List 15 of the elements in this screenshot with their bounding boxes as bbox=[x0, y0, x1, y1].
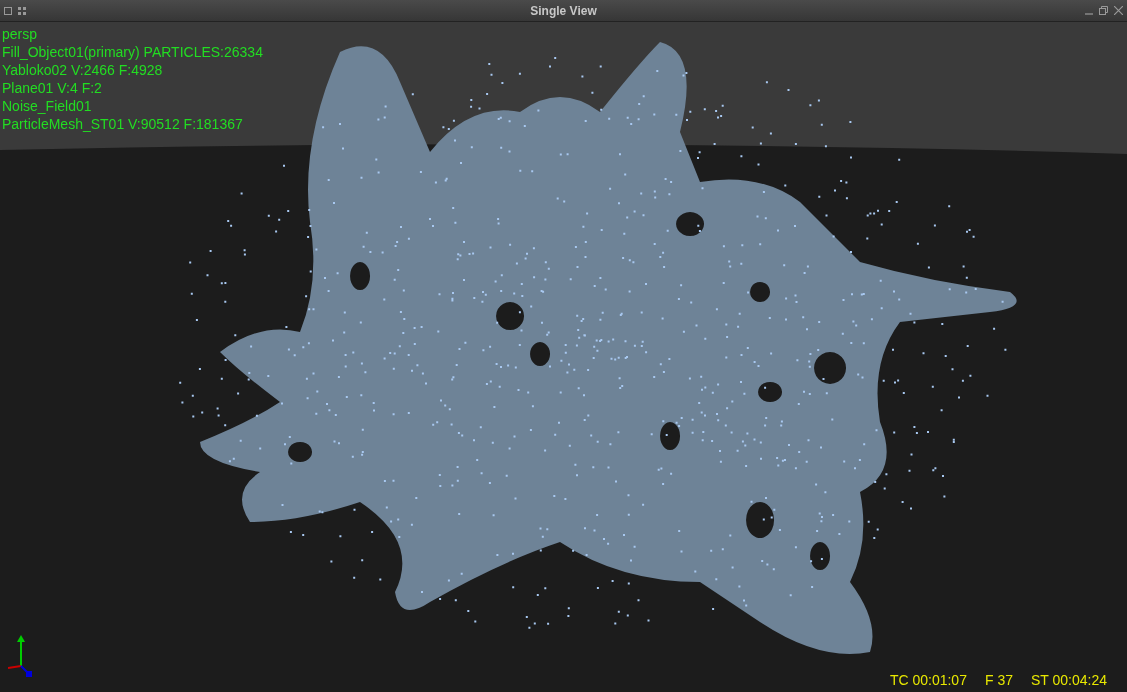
window-title: Single View bbox=[529, 3, 598, 18]
frame-readout: F 37 bbox=[984, 672, 1013, 688]
scene-info-line: Noise_Field01 bbox=[2, 97, 93, 115]
camera-label: persp bbox=[2, 25, 39, 43]
scene-info-line: Plane01 V:4 F:2 bbox=[2, 79, 103, 97]
scene-info-line: Fill_Object01(primary) PARTICLES:26334 bbox=[2, 43, 263, 61]
grid-icon[interactable] bbox=[18, 6, 26, 15]
scene-info-line: ParticleMesh_ST01 V:90512 F:181367 bbox=[2, 115, 244, 133]
restore-icon[interactable] bbox=[1099, 6, 1108, 15]
scene-info-line: Yabloko02 V:2466 F:4928 bbox=[2, 61, 164, 79]
window-icon[interactable] bbox=[4, 6, 12, 15]
timecode-readout: TC 00:01:07 bbox=[889, 672, 967, 688]
sim-time-readout: ST 00:04:24 bbox=[1030, 672, 1107, 688]
close-icon[interactable] bbox=[1114, 6, 1123, 15]
axis-gizmo-icon bbox=[8, 634, 34, 678]
